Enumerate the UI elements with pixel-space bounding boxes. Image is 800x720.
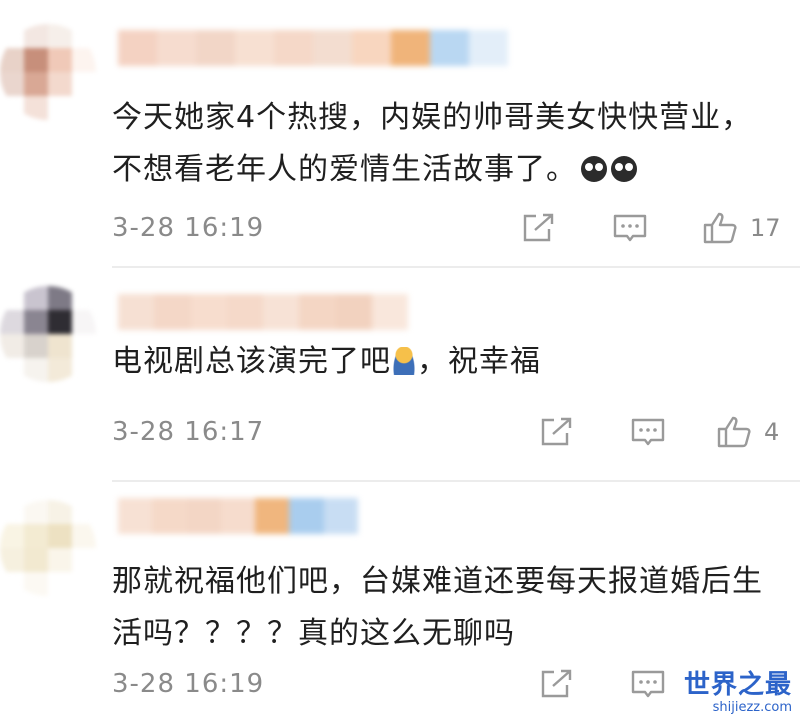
thumbs-up-icon — [717, 416, 751, 448]
thumbs-up-icon — [703, 212, 737, 244]
comment-icon — [613, 214, 647, 242]
share-icon — [541, 417, 572, 446]
watermark: 世界之最 shijiezz.com — [672, 670, 792, 716]
comment-item: 今天她家4个热搜，内娱的帅哥美女快快营业，不想看老年人的爱情生活故事了。 3-2… — [0, 0, 800, 268]
share-button[interactable] — [540, 412, 574, 452]
share-icon — [523, 213, 554, 242]
like-count: 17 — [750, 214, 781, 242]
watermark-title: 世界之最 — [683, 670, 792, 700]
username[interactable] — [118, 498, 358, 534]
comment-text: 电视剧总该演完了吧 ，祝幸福 — [112, 336, 772, 388]
comment-text-content: 电视剧总该演完了吧 — [112, 344, 391, 379]
comment-meta: 3-28 16:17 4 — [112, 412, 800, 452]
comment-item: 电视剧总该演完了吧 ，祝幸福 3-28 16:17 4 — [0, 268, 800, 482]
username[interactable] — [118, 30, 508, 66]
avatar[interactable] — [0, 24, 96, 120]
avatar[interactable] — [0, 500, 96, 596]
comment-time: 3-28 16:17 — [112, 417, 265, 447]
comment-text-content: 今天她家4个热搜，内娱的帅哥美女快快营业，不想看老年人的爱情生活故事了。 — [112, 100, 753, 187]
comment-meta: 3-28 16:19 17 — [112, 208, 800, 248]
share-button[interactable] — [522, 208, 556, 248]
comment-text: 今天她家4个热搜，内娱的帅哥美女快快营业，不想看老年人的爱情生活故事了。 — [112, 92, 772, 196]
comment-text: 那就祝福他们吧，台媒难道还要每天报道婚后生活吗？？？？真的这么无聊吗 — [112, 564, 763, 651]
like-button[interactable]: 4 — [716, 412, 779, 452]
avatar[interactable] — [0, 286, 96, 382]
comment-time: 3-28 16:19 — [112, 669, 265, 699]
comment-time: 3-28 16:19 — [112, 213, 265, 243]
reply-button[interactable] — [630, 664, 666, 704]
comment-text-content: ，祝幸福 — [417, 344, 541, 379]
crying-face-icon — [581, 156, 607, 182]
watermark-url: shijiezz.com — [712, 700, 792, 715]
crying-face-icon — [611, 156, 637, 182]
username[interactable] — [118, 294, 408, 330]
like-count: 4 — [764, 418, 780, 446]
sitting-person-icon — [393, 347, 415, 375]
reply-button[interactable] — [630, 412, 666, 452]
reply-button[interactable] — [612, 208, 648, 248]
comment-icon — [631, 670, 665, 698]
share-button[interactable] — [540, 664, 574, 704]
comment-icon — [631, 418, 665, 446]
like-button[interactable]: 17 — [702, 208, 781, 248]
share-icon — [541, 669, 572, 698]
